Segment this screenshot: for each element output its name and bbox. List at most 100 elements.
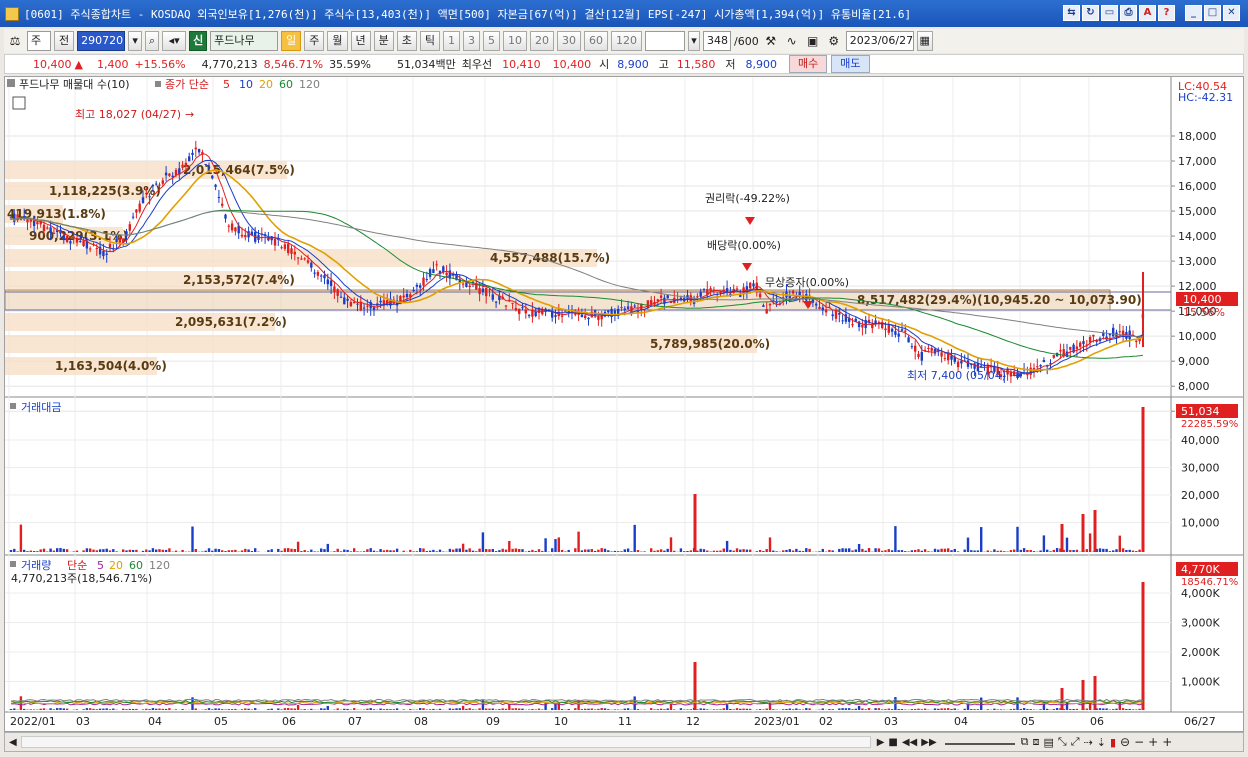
amount-bar xyxy=(372,550,376,552)
min-20[interactable]: 20 xyxy=(530,31,554,51)
amount-bar xyxy=(478,548,481,552)
chart-type-icon[interactable]: ⚖ xyxy=(6,32,24,50)
volume-bar xyxy=(62,708,65,710)
minus-icon[interactable]: − xyxy=(1134,735,1144,749)
window-icon[interactable]: ▭ xyxy=(1101,5,1118,21)
volume-bar xyxy=(227,709,230,710)
stock-code-input[interactable]: 290720 xyxy=(77,31,126,51)
minimize-icon[interactable]: _ xyxy=(1185,5,1202,21)
candle-body xyxy=(584,315,587,318)
min-10[interactable]: 10 xyxy=(503,31,527,51)
font-icon[interactable]: A xyxy=(1139,5,1156,21)
amount-bar xyxy=(135,549,138,552)
amount-bar xyxy=(953,548,956,552)
amount-tick-label: 40,000 xyxy=(1181,434,1220,447)
min-30[interactable]: 30 xyxy=(557,31,581,51)
amount-bar xyxy=(353,548,356,552)
close-icon[interactable]: ✕ xyxy=(1223,5,1240,21)
volume-bar xyxy=(808,708,811,710)
zoom-slider[interactable] xyxy=(944,739,1015,745)
amount-bar xyxy=(36,551,39,552)
settings-icon[interactable]: ⚙ xyxy=(825,32,843,50)
volume-bar xyxy=(13,708,16,710)
amount-bar xyxy=(696,550,699,552)
plus-icon[interactable]: + xyxy=(1148,735,1158,749)
amount-bar xyxy=(1125,549,1128,552)
layout-icon-2[interactable]: ⧈ xyxy=(1033,735,1040,749)
interval-dropdown-icon[interactable]: ▾ xyxy=(688,31,700,51)
volume-bar xyxy=(788,708,791,710)
period-week[interactable]: 주 xyxy=(304,31,325,51)
min-120[interactable]: 120 xyxy=(611,31,642,51)
amount-bar xyxy=(458,548,461,552)
speaker-icon[interactable]: ◂▾ xyxy=(162,31,187,51)
buy-button[interactable]: 매수 xyxy=(789,55,828,73)
count-input[interactable]: 348 xyxy=(703,31,731,51)
amount-bar xyxy=(32,551,36,552)
volume-bar xyxy=(102,708,105,710)
candle-body xyxy=(775,302,778,304)
scrollbar-track[interactable] xyxy=(20,736,871,748)
candle-body xyxy=(19,219,23,221)
table-icon[interactable] xyxy=(12,96,26,110)
tools-icon[interactable]: ⚒ xyxy=(762,32,780,50)
up-arrow-icon: ▲ xyxy=(74,57,83,71)
draw-icon-2[interactable]: ⤢ xyxy=(1071,735,1080,749)
period-second[interactable]: 초 xyxy=(396,31,417,51)
volume-bar xyxy=(844,708,848,710)
amount-bar xyxy=(1049,551,1052,552)
interval-input[interactable] xyxy=(645,31,685,51)
draw-icon-3[interactable]: ⇢ xyxy=(1084,736,1093,749)
type-select[interactable]: 주 xyxy=(27,31,51,51)
volume-bar xyxy=(656,709,659,710)
layout-icon-1[interactable]: ⧉ xyxy=(1021,735,1029,749)
zoom-in-icon[interactable]: + xyxy=(1162,735,1172,749)
sell-button[interactable]: 매도 xyxy=(831,55,870,73)
amount-bar xyxy=(1022,548,1026,552)
scroll-left-icon[interactable]: ◀ xyxy=(9,737,17,748)
refresh-icon[interactable]: ↻ xyxy=(1082,5,1099,21)
x-axis-label: 05 xyxy=(214,715,228,728)
candle-body xyxy=(422,277,425,286)
draw-icon-4[interactable]: ⇣ xyxy=(1097,736,1106,749)
calendar-icon[interactable]: ▦ xyxy=(916,31,933,51)
date-input[interactable]: 2023/06/27 xyxy=(845,31,914,51)
period-tick[interactable]: 틱 xyxy=(419,31,440,51)
rewind-icon[interactable]: ◀◀ xyxy=(902,737,917,748)
stop-icon[interactable]: ■ xyxy=(888,737,897,748)
volume-last-pct: 18546.71% xyxy=(1181,577,1238,588)
chart-svg[interactable]: 2,015,464(7.5%)1,118,225(3.9%)419,913(1.… xyxy=(4,77,1243,731)
chart-area[interactable]: 2,015,464(7.5%) 1,118,225(3.9%) 419,913(1.… xyxy=(4,76,1244,732)
volume-bar xyxy=(39,708,42,710)
code-dropdown-icon[interactable]: ▾ xyxy=(128,31,143,51)
min-60[interactable]: 60 xyxy=(584,31,608,51)
search-icon[interactable]: ⌕ xyxy=(145,31,160,51)
draw-icon-1[interactable]: ⤡ xyxy=(1058,735,1067,749)
volume-bar xyxy=(1019,708,1022,710)
layout-icon-3[interactable]: ▤ xyxy=(1044,736,1054,749)
amount-bar xyxy=(293,549,296,552)
volume-bar xyxy=(155,708,158,710)
period-minute[interactable]: 분 xyxy=(373,31,394,51)
jeon-button[interactable]: 전 xyxy=(54,31,75,51)
dividend-marker-icon xyxy=(742,263,752,271)
period-day[interactable]: 일 xyxy=(281,31,302,51)
link-icon[interactable]: ⇆ xyxy=(1063,5,1080,21)
volume-sub-legend: 4,770,213주(18,546.71%) xyxy=(11,572,152,585)
min-3[interactable]: 3 xyxy=(463,31,480,51)
indicator-icon[interactable]: ∿ xyxy=(783,32,801,50)
period-month[interactable]: 월 xyxy=(327,31,348,51)
min-1[interactable]: 1 xyxy=(443,31,460,51)
help-icon[interactable]: ? xyxy=(1158,5,1175,21)
min-5[interactable]: 5 xyxy=(483,31,500,51)
volume-bar xyxy=(9,708,13,710)
save-icon[interactable]: ▣ xyxy=(804,32,822,50)
zoom-out-icon[interactable]: ⊖ xyxy=(1120,735,1130,749)
play-icon[interactable]: ▶ xyxy=(877,737,885,748)
print-icon[interactable]: ⎙ xyxy=(1120,5,1137,21)
period-year[interactable]: 년 xyxy=(350,31,371,51)
amount-bar xyxy=(881,550,884,552)
forward-icon[interactable]: ▶▶ xyxy=(921,737,936,748)
maximize-icon[interactable]: □ xyxy=(1204,5,1221,21)
draw-icon-5[interactable]: ▮ xyxy=(1110,736,1116,749)
